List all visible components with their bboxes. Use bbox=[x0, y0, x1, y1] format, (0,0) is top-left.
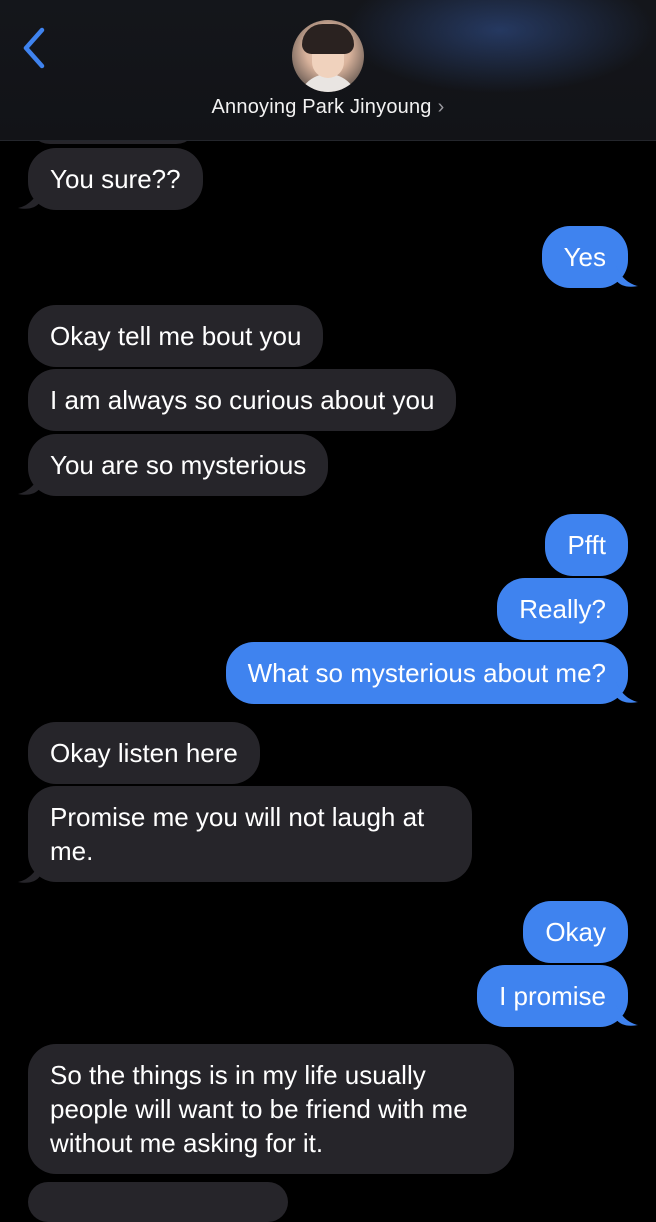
message-bubble-incoming[interactable]: Okay listen here bbox=[28, 722, 260, 784]
chevron-left-icon[interactable] bbox=[20, 26, 50, 70]
bubble-tail bbox=[616, 682, 638, 703]
chevron-right-icon: › bbox=[437, 96, 445, 118]
conversation-header: Annoying Park Jinyoung › bbox=[0, 0, 656, 141]
message-bubble-outgoing[interactable]: I promise bbox=[477, 965, 628, 1027]
message-bubble-incoming[interactable]: I am always so curious about you bbox=[28, 369, 457, 431]
message-thread[interactable]: You sure?? Yes Okay tell me bout you I a… bbox=[0, 0, 656, 1222]
message-bubble-partial bbox=[28, 1182, 288, 1222]
bubble-tail bbox=[18, 474, 40, 495]
message-bubble-incoming[interactable]: You sure?? bbox=[28, 148, 203, 210]
message-bubble-outgoing[interactable]: Really? bbox=[497, 578, 628, 640]
message-bubble-incoming[interactable]: You are so mysterious bbox=[28, 434, 329, 496]
message-bubble-outgoing[interactable]: Okay bbox=[523, 901, 628, 963]
message-bubble-outgoing[interactable]: What so mysterious about me? bbox=[225, 642, 628, 704]
contact-name-label: Annoying Park Jinyoung bbox=[211, 96, 432, 118]
contact-name[interactable]: Annoying Park Jinyoung › bbox=[0, 96, 656, 119]
message-bubble-incoming[interactable]: Okay tell me bout you bbox=[28, 305, 324, 367]
bubble-tail bbox=[616, 266, 638, 287]
message-bubble-incoming[interactable]: So the things is in my life usually peop… bbox=[28, 1044, 514, 1174]
avatar[interactable] bbox=[292, 20, 364, 92]
bubble-tail bbox=[616, 1005, 638, 1026]
bubble-tail bbox=[18, 862, 40, 883]
message-bubble-outgoing[interactable]: Pfft bbox=[545, 514, 628, 576]
message-bubble-incoming[interactable]: Promise me you will not laugh at me. bbox=[28, 786, 472, 882]
bubble-tail bbox=[18, 188, 40, 209]
